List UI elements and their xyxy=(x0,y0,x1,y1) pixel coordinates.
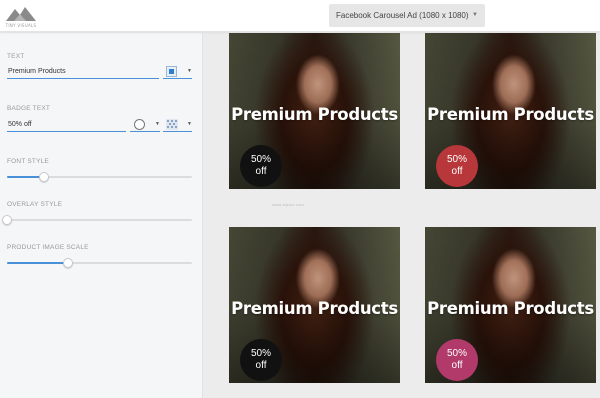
card-headline: Premium Products xyxy=(427,105,594,124)
badge-line-2: off xyxy=(255,166,267,177)
font-style-label: FONT STYLE xyxy=(7,158,49,165)
carousel-card-3[interactable]: Premium Products 50% off xyxy=(229,227,400,383)
text-color-swatch-icon xyxy=(166,66,177,77)
badge-line-1: 50% xyxy=(446,154,467,165)
logo[interactable]: TINY VISUALS xyxy=(4,3,38,29)
badge-text-label: BADGE TEXT xyxy=(7,105,51,112)
product-image-scale-slider[interactable] xyxy=(7,258,192,268)
discount-badge: 50% off xyxy=(240,145,282,187)
discount-badge: 50% off xyxy=(240,339,282,381)
product-image-scale-label: PRODUCT IMAGE SCALE xyxy=(7,244,89,251)
text-color-picker[interactable]: ▼ xyxy=(163,66,192,79)
badge-text-input[interactable]: 50% off xyxy=(7,119,126,132)
badge-color-picker[interactable]: ▼ xyxy=(130,119,160,132)
watermark: www.wpwo.com xyxy=(272,202,305,207)
chevron-down-icon: ▼ xyxy=(187,68,192,74)
overlay-style-label: OVERLAY STYLE xyxy=(7,201,63,208)
format-select[interactable]: Facebook Carousel Ad (1080 x 1080) ▼ xyxy=(329,4,485,27)
format-select-value: Facebook Carousel Ad (1080 x 1080) xyxy=(336,11,469,20)
chevron-down-icon: ▼ xyxy=(472,12,478,18)
settings-sidebar: TEXT Premium Products ▼ BADGE TEXT 50% o… xyxy=(0,33,203,398)
card-headline: Premium Products xyxy=(427,299,594,318)
slider-fill xyxy=(7,262,69,264)
badge-line-2: off xyxy=(451,360,463,371)
text-input[interactable]: Premium Products xyxy=(7,66,159,79)
badge-line-1: 50% xyxy=(446,348,467,359)
discount-badge: 50% off xyxy=(436,145,478,187)
mountain-logo-icon xyxy=(6,7,36,21)
font-style-slider[interactable] xyxy=(7,172,192,182)
card-headline: Premium Products xyxy=(231,105,398,124)
discount-badge: 50% off xyxy=(436,339,478,381)
chevron-down-icon: ▼ xyxy=(187,121,192,127)
slider-thumb[interactable] xyxy=(39,172,49,182)
carousel-card-4[interactable]: Premium Products 50% off xyxy=(425,227,596,383)
overlay-style-slider[interactable] xyxy=(2,215,192,225)
badge-line-2: off xyxy=(451,166,463,177)
chevron-down-icon: ▼ xyxy=(155,121,160,127)
carousel-card-1[interactable]: Premium Products 50% off xyxy=(229,33,400,189)
badge-line-1: 50% xyxy=(250,154,271,165)
card-headline: Premium Products xyxy=(231,299,398,318)
circle-swatch-icon xyxy=(134,119,145,130)
logo-text: TINY VISUALS xyxy=(5,23,37,28)
top-bar: TINY VISUALS Facebook Carousel Ad (1080 … xyxy=(0,0,600,32)
carousel-card-2[interactable]: Premium Products 50% off xyxy=(425,33,596,189)
badge-pattern-picker[interactable]: ▼ xyxy=(163,119,192,132)
badge-line-1: 50% xyxy=(250,348,271,359)
slider-thumb[interactable] xyxy=(2,215,12,225)
slider-thumb[interactable] xyxy=(63,258,74,268)
preview-canvas: Premium Products 50% off Premium Product… xyxy=(204,33,600,398)
text-label: TEXT xyxy=(7,53,25,60)
grid-pattern-icon xyxy=(166,119,178,130)
badge-line-2: off xyxy=(255,360,267,371)
